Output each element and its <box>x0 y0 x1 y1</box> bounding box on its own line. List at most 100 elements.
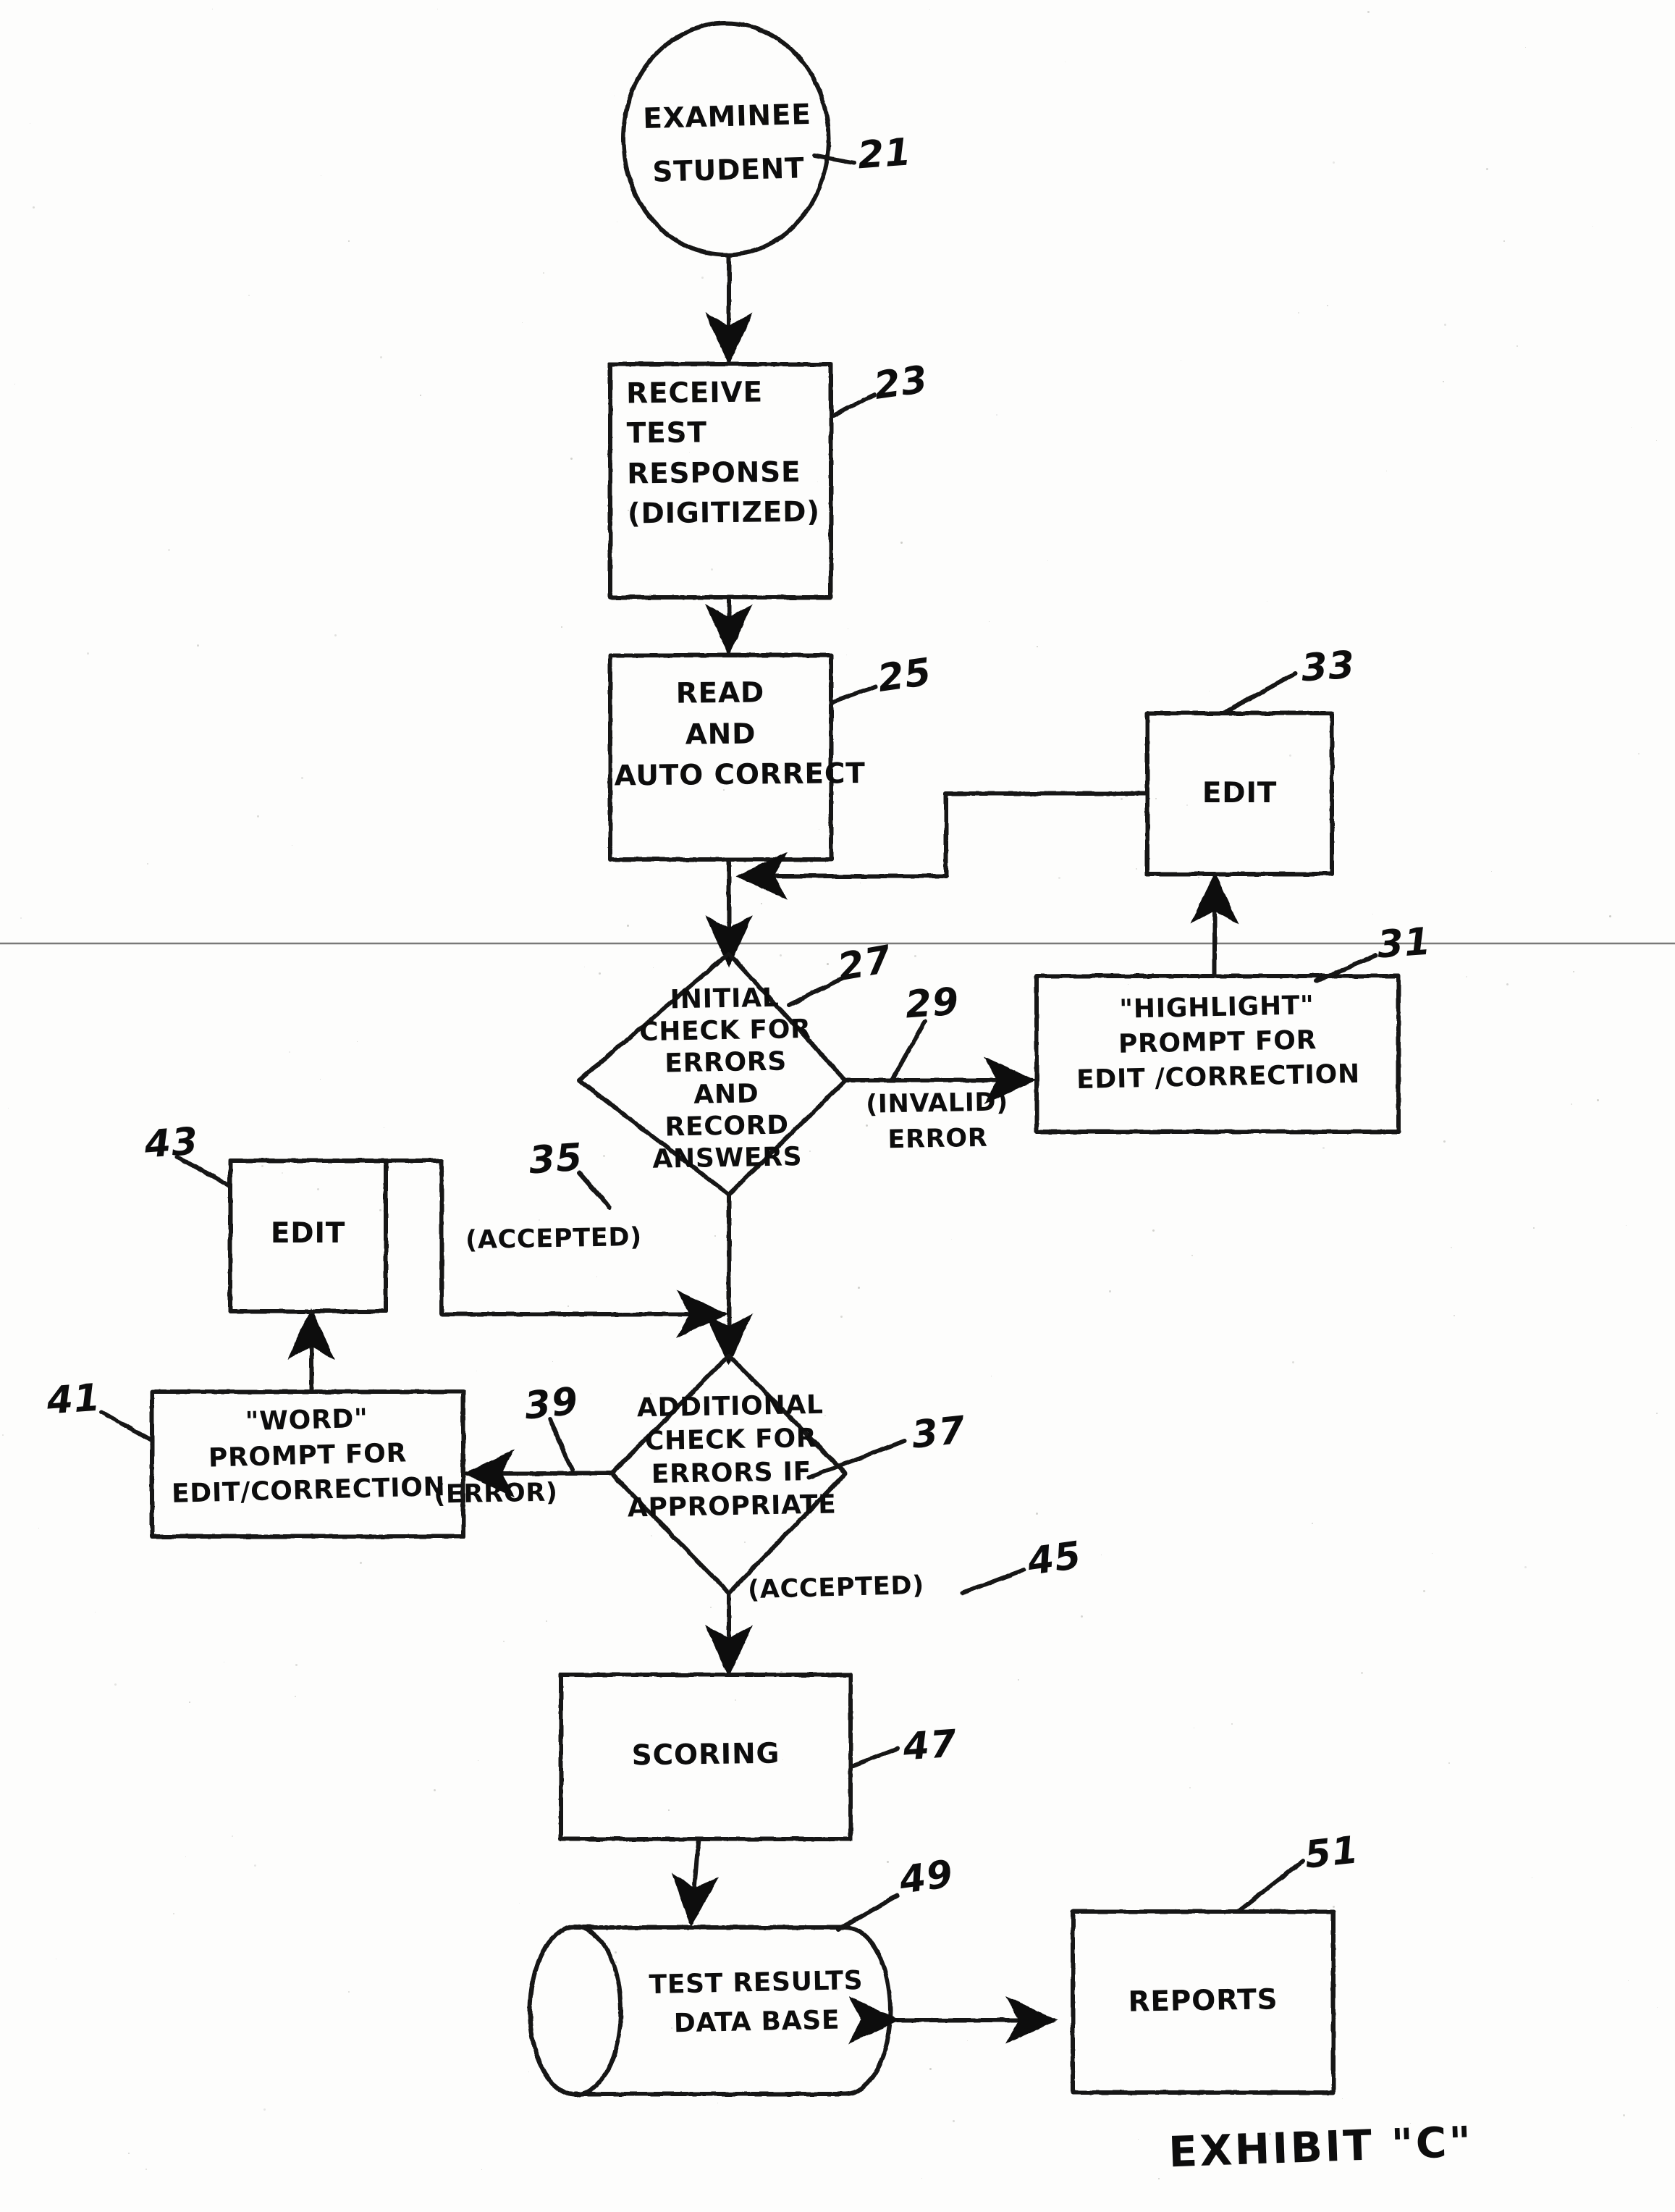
scan-speck <box>1573 971 1574 972</box>
scan-speck <box>147 863 148 865</box>
scan-speck <box>263 2108 266 2111</box>
scan-speck <box>1506 983 1509 985</box>
scan-speck <box>1410 2123 1411 2124</box>
scan-speck <box>651 1535 652 1536</box>
scan-speck <box>649 594 651 596</box>
scan-speck <box>1454 1315 1455 1316</box>
scan-speck <box>295 1696 296 1697</box>
scan-speck <box>87 652 89 655</box>
scan-speck <box>1234 787 1236 789</box>
scan-speck <box>1298 312 1299 314</box>
ref-numeral-33: 33 <box>1299 643 1357 691</box>
scan-speck <box>1443 1140 1446 1143</box>
scan-speck <box>1451 1247 1452 1248</box>
ref-numeral-43: 43 <box>143 1119 201 1167</box>
scan-speck <box>744 1542 746 1543</box>
scan-speck <box>1327 305 1328 306</box>
scan-speck <box>900 542 903 544</box>
scan-speck <box>420 395 421 396</box>
scan-speck <box>1525 47 1526 48</box>
scan-speck <box>380 356 382 358</box>
scan-speck <box>1533 1227 1535 1229</box>
node-label-scoring: SCORING <box>631 1737 780 1772</box>
scan-speck <box>761 903 762 904</box>
scan-speck <box>671 2027 672 2029</box>
scan-speck <box>701 277 704 279</box>
drawing-sheet: EXAMINEE STUDENT RECEIVE TEST RESPONSE (… <box>0 0 1675 2212</box>
scan-speck <box>301 777 303 779</box>
scan-speck <box>714 1235 716 1237</box>
scan-speck <box>197 644 199 647</box>
scan-speck <box>1292 1361 1294 1363</box>
scan-speck <box>128 2153 130 2154</box>
scan-speck <box>348 240 350 242</box>
scan-speck <box>1597 1099 1599 1101</box>
node-label-edit-left: EDIT <box>270 1217 346 1250</box>
scan-speck <box>232 1835 233 1837</box>
scan-speck <box>1631 427 1632 428</box>
edge-label-accepted-initial: (ACCEPTED) <box>465 1222 643 1256</box>
scan-speck <box>1443 381 1444 382</box>
scan-speck <box>689 452 690 453</box>
leader-49 <box>836 1893 900 1932</box>
scan-speck <box>289 1051 290 1053</box>
scan-speck <box>519 1903 520 1904</box>
scan-speck <box>809 1151 811 1152</box>
node-label-edit-top: EDIT <box>1202 777 1278 809</box>
scan-speck <box>840 1316 843 1318</box>
scan-speck <box>295 1664 298 1666</box>
scan-speck <box>257 815 259 817</box>
scan-speck <box>1138 2139 1139 2140</box>
scan-speck <box>1466 976 1467 977</box>
scan-speck <box>1333 1906 1335 1908</box>
scan-speck <box>929 9 930 10</box>
scan-speck <box>817 481 818 482</box>
edge-33-25 <box>735 791 1149 900</box>
scan-speck <box>1361 1672 1363 1674</box>
scan-speck <box>615 1961 617 1963</box>
scan-speck <box>866 1124 868 1127</box>
scan-speck <box>185 1856 186 1857</box>
scan-speck <box>33 206 35 209</box>
scan-speck <box>503 1641 505 1642</box>
scan-speck <box>543 272 544 274</box>
scan-speck <box>679 433 681 435</box>
scan-speck <box>189 1702 190 1703</box>
ref-numeral-37: 37 <box>909 1408 969 1458</box>
leader-33 <box>1221 671 1298 715</box>
scan-speck <box>348 1991 350 1993</box>
scan-speck <box>668 1809 670 1811</box>
scan-speck <box>1037 646 1038 647</box>
scan-speck <box>1189 1787 1191 1788</box>
scan-speck <box>996 414 997 416</box>
scan-speck <box>627 925 629 927</box>
scan-speck <box>1158 2178 1160 2179</box>
scan-speck <box>1058 877 1060 879</box>
scan-speck <box>254 1864 256 1867</box>
scan-speck <box>1516 345 1518 347</box>
scan-speck <box>1367 11 1370 13</box>
edge-label-error-additional: (ERROR) <box>433 1478 559 1510</box>
scan-speck <box>929 2068 932 2070</box>
node-label-examinee: EXAMINEE STUDENT <box>642 98 812 189</box>
scan-speck <box>887 1861 889 1863</box>
leader-25 <box>830 684 878 705</box>
scan-speck <box>1231 1723 1233 1725</box>
scan-speck <box>1623 2114 1625 2116</box>
scan-speck <box>599 972 601 975</box>
scan-speck <box>711 568 713 571</box>
scan-speck <box>1198 877 1199 878</box>
scan-speck <box>1036 1513 1038 1515</box>
scan-speck <box>1656 440 1657 441</box>
scan-speck <box>2 1434 4 1436</box>
scan-speck <box>1491 871 1492 872</box>
scan-speck <box>1047 560 1048 561</box>
scan-speck <box>824 1415 826 1416</box>
ref-numeral-41: 41 <box>45 1376 103 1423</box>
node-label-reports: REPORTS <box>1128 1983 1278 2019</box>
scan-speck <box>334 634 337 636</box>
scan-speck <box>827 963 829 965</box>
ref-numeral-31: 31 <box>1375 920 1433 967</box>
scan-speck <box>780 1671 782 1673</box>
scan-speck <box>1432 1553 1433 1554</box>
